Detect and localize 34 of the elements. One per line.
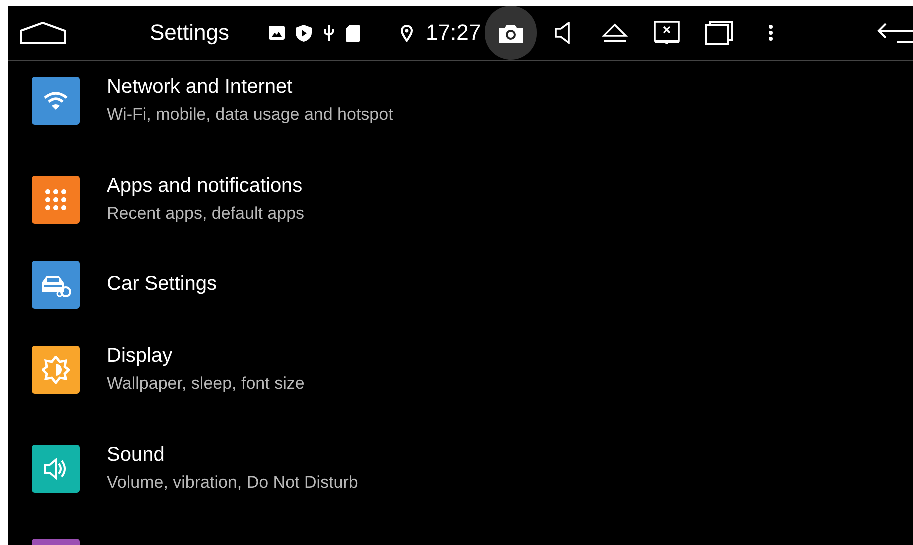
setting-tile[interactable] [32, 444, 80, 492]
windows-icon [705, 21, 734, 45]
brightness-icon [42, 356, 70, 384]
setting-tile[interactable] [32, 346, 80, 394]
location-icon [401, 24, 413, 42]
home-icon[interactable] [19, 22, 67, 44]
setting-title[interactable]: Car Settings [107, 273, 218, 296]
speaker-icon [44, 458, 68, 480]
speaker-icon [555, 22, 572, 44]
setting-title[interactable]: Sound [107, 444, 358, 467]
setting-tile[interactable] [32, 76, 80, 124]
clock-time: 17:27 [426, 20, 482, 46]
setting-tile[interactable] [32, 176, 80, 224]
setting-subtitle: Wallpaper, sleep, font size [107, 374, 305, 394]
toolbar-button[interactable] [485, 6, 538, 60]
more-icon [768, 24, 774, 42]
grid-icon [45, 188, 67, 210]
shield-icon [296, 24, 312, 42]
back-icon[interactable] [877, 22, 913, 44]
setting-tile[interactable] [32, 260, 80, 308]
camera-icon [499, 23, 524, 43]
setting-subtitle: Volume, vibration, Do Not Disturb [107, 473, 358, 493]
setting-subtitle: Recent apps, default apps [107, 204, 305, 224]
image-icon [269, 26, 285, 40]
sd-card-icon [346, 24, 360, 42]
setting-subtitle: Wi-Fi, mobile, data usage and hotspot [107, 105, 394, 125]
setting-title[interactable]: Network and Internet [107, 76, 394, 99]
setting-title[interactable]: Apps and notifications [107, 175, 305, 198]
screen-off-icon [654, 21, 680, 45]
setting-title[interactable]: Display [107, 345, 305, 368]
usb-icon [323, 24, 335, 42]
eject-icon [602, 23, 628, 43]
window-title: Settings [150, 20, 230, 46]
wifi-icon [43, 90, 69, 110]
